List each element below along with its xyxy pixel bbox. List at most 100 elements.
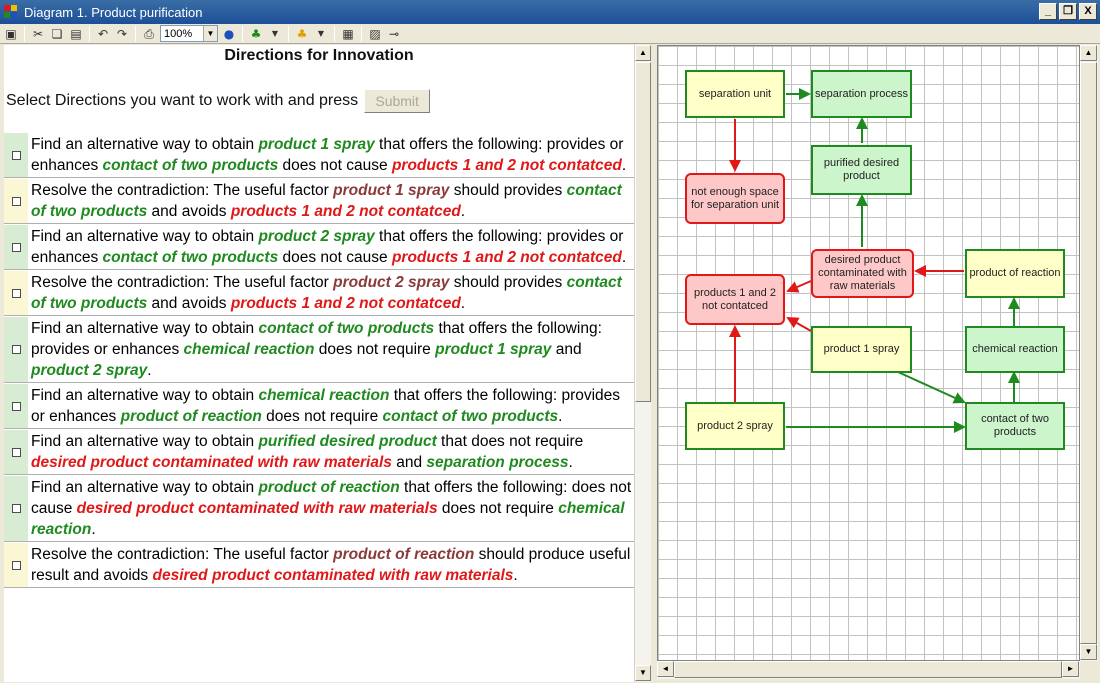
direction-checkbox-cell: [4, 543, 28, 587]
zoom-select[interactable]: 100% ▼: [160, 25, 218, 42]
node-chemical-reaction[interactable]: chemical reaction: [965, 326, 1065, 373]
direction-text: Resolve the contradiction: The useful fa…: [28, 179, 634, 223]
direction-checkbox-cell: [4, 384, 28, 428]
direction-text-segment: and: [391, 454, 427, 471]
export-icon[interactable]: ▨: [367, 26, 383, 42]
app-window: Diagram 1. Product purification _ ❐ X ▣ …: [0, 0, 1100, 683]
direction-row: Find an alternative way to obtain contac…: [4, 316, 634, 383]
direction-text-segment: .: [147, 362, 152, 379]
direction-row: Find an alternative way to obtain produc…: [4, 132, 634, 178]
direction-text-segment: Find an alternative way to obtain: [31, 433, 259, 450]
node-product-2-spray[interactable]: product 2 spray: [685, 402, 785, 450]
direction-checkbox[interactable]: [11, 242, 21, 252]
toolbar-separator: [361, 25, 362, 42]
print-icon[interactable]: ⎙: [141, 26, 157, 42]
direction-factor: desired product contaminated with raw ma…: [31, 454, 392, 471]
maximize-button[interactable]: ❐: [1059, 3, 1077, 20]
direction-text: Resolve the contradiction: The useful fa…: [28, 543, 634, 587]
direction-checkbox[interactable]: [11, 150, 21, 160]
cut-icon[interactable]: ✂: [30, 26, 46, 42]
link-p1-notcontacted: [786, 317, 812, 332]
direction-factor: contact of two products: [102, 157, 279, 174]
paste-icon[interactable]: ▤: [68, 26, 84, 42]
scroll-thumb[interactable]: [635, 62, 651, 402]
undo-icon[interactable]: ↶: [95, 26, 111, 42]
dropdown-arrow-icon[interactable]: ▼: [267, 26, 283, 42]
direction-row: Resolve the contradiction: The useful fa…: [4, 178, 634, 224]
node-purified-desired-product[interactable]: purified desired product: [811, 145, 912, 195]
pin-icon[interactable]: ⊸: [386, 26, 402, 42]
direction-factor: chemical reaction: [183, 341, 315, 358]
diagram-canvas[interactable]: separation unit separation process purif…: [657, 45, 1080, 661]
window-title: Diagram 1. Product purification: [24, 4, 203, 20]
canvas-vertical-scrollbar[interactable]: ▲ ▼: [1080, 45, 1098, 661]
scroll-thumb[interactable]: [1080, 62, 1097, 644]
scroll-down-icon[interactable]: ▼: [1080, 644, 1097, 660]
direction-text-segment: .: [621, 157, 627, 174]
node-not-contacted[interactable]: products 1 and 2 not contatced: [685, 274, 785, 325]
direction-factor: product 1 spray: [435, 341, 552, 358]
direction-factor: separation process: [426, 454, 569, 471]
direction-checkbox[interactable]: [11, 504, 21, 513]
submit-button[interactable]: Submit: [364, 89, 431, 113]
direction-factor: products 1 and 2 not contatced: [391, 249, 622, 266]
direction-text-segment: .: [460, 203, 466, 220]
chevron-down-icon: ▼: [203, 26, 217, 41]
node-product-of-reaction[interactable]: product of reaction: [965, 249, 1065, 298]
toolbar: ▣ ✂ ❏ ▤ ↶ ↷ ⎙ 100% ▼ ● ♣ ▼ ♣ ▼ ▦ ▨ ⊸: [0, 24, 1100, 44]
instruction-text: Select Directions you want to work with …: [6, 92, 359, 109]
direction-row: Find an alternative way to obtain produc…: [4, 224, 634, 270]
direction-factor: products 1 and 2 not contatced: [230, 295, 461, 312]
direction-checkbox-cell: [4, 133, 28, 177]
node-contaminated[interactable]: desired product contaminated with raw ma…: [811, 249, 914, 298]
direction-checkbox[interactable]: [11, 560, 21, 570]
direction-checkbox[interactable]: [11, 401, 21, 411]
scroll-up-icon[interactable]: ▲: [1080, 45, 1097, 61]
toolbar-separator: [334, 25, 335, 42]
node-contact-of-two-products[interactable]: contact of two products: [965, 402, 1065, 450]
minimize-button[interactable]: _: [1039, 3, 1057, 20]
redo-icon[interactable]: ↷: [114, 26, 130, 42]
direction-text-segment: and avoids: [147, 203, 231, 220]
direction-factor: purified desired product: [258, 433, 437, 450]
scroll-up-icon[interactable]: ▲: [635, 45, 651, 61]
direction-checkbox[interactable]: [11, 196, 21, 206]
layout-icon[interactable]: ▦: [340, 26, 356, 42]
add-link-icon[interactable]: ♣: [294, 26, 310, 42]
direction-text-segment: and: [551, 341, 582, 358]
direction-checkbox[interactable]: [11, 447, 21, 457]
link-p1-contact: [897, 371, 966, 404]
copy-icon[interactable]: ❏: [49, 26, 65, 42]
direction-text-segment: .: [558, 408, 563, 425]
direction-checkbox[interactable]: [11, 288, 21, 298]
direction-factor: contact of two products: [382, 408, 559, 425]
node-not-enough-space[interactable]: not enough space for separation unit: [685, 173, 785, 224]
direction-text: Find an alternative way to obtain produc…: [28, 133, 634, 177]
direction-factor: desired product contaminated with raw ma…: [152, 567, 514, 584]
direction-factor: desired product contaminated with raw ma…: [76, 500, 438, 517]
direction-checkbox[interactable]: [11, 345, 21, 354]
toolbar-separator: [89, 25, 90, 42]
canvas-horizontal-scrollbar[interactable]: ◄ ►: [657, 661, 1080, 679]
node-separation-process[interactable]: separation process: [811, 70, 912, 118]
scroll-right-icon[interactable]: ►: [1062, 661, 1079, 677]
direction-text-segment: Resolve the contradiction: The useful fa…: [31, 182, 334, 199]
dropdown-arrow-icon[interactable]: ▼: [313, 26, 329, 42]
node-separation-unit[interactable]: separation unit: [685, 70, 785, 118]
scroll-left-icon[interactable]: ◄: [657, 661, 674, 677]
directions-scrollbar[interactable]: ▲ ▼: [634, 45, 651, 682]
help-icon[interactable]: ●: [221, 26, 237, 42]
close-button[interactable]: X: [1079, 3, 1097, 20]
direction-text-segment: Find an alternative way to obtain: [31, 228, 259, 245]
save-icon[interactable]: ▣: [3, 26, 19, 42]
direction-text: Find an alternative way to obtain contac…: [28, 317, 634, 382]
scroll-thumb[interactable]: [674, 661, 1062, 678]
link-contaminated-notcontacted: [786, 280, 812, 293]
add-node-icon[interactable]: ♣: [248, 26, 264, 42]
node-product-1-spray[interactable]: product 1 spray: [811, 326, 912, 373]
scroll-down-icon[interactable]: ▼: [635, 665, 651, 681]
direction-text-segment: .: [621, 249, 627, 266]
direction-checkbox-cell: [4, 271, 28, 315]
direction-factor: product 2 spray: [333, 274, 450, 291]
direction-text-segment: that does not require: [436, 433, 584, 450]
